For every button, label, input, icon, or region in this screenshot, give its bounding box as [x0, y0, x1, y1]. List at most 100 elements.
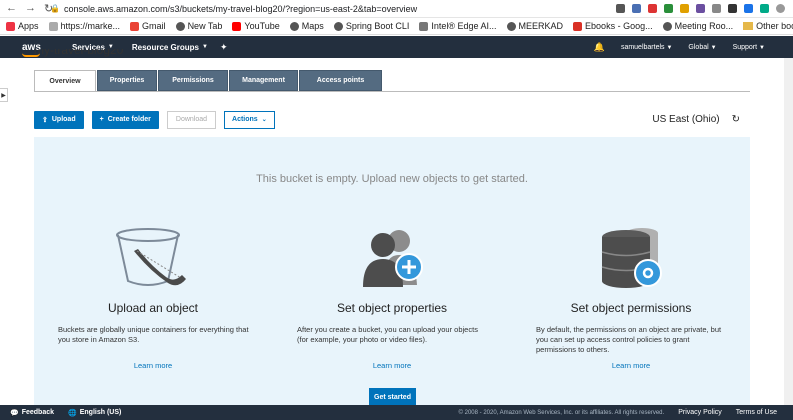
folder-icon [743, 22, 754, 30]
bookmarks-bar: Apps https://marke... Gmail New Tab YouT… [0, 18, 793, 35]
bookmark-meerkad[interactable]: MEERKAD [506, 21, 563, 31]
star-icon[interactable] [616, 4, 625, 13]
bookmark-ebooks[interactable]: Ebooks - Goog... [573, 21, 653, 31]
page-icon [48, 21, 58, 31]
object-permissions-desc: By default, the permissions on an object… [536, 325, 722, 354]
object-permissions-title: Set object permissions [570, 301, 692, 315]
bookmark-youtube[interactable]: YouTube [232, 21, 280, 31]
support-menu[interactable]: Support ▼ [733, 44, 765, 51]
back-icon[interactable]: ← [6, 2, 17, 15]
globe-icon [289, 21, 299, 31]
copyright-text: © 2008 - 2020, Amazon Web Services, Inc.… [458, 409, 665, 416]
sidebar-toggle-icon[interactable]: ▶ [0, 88, 8, 102]
bookmark-intel[interactable]: Intel® Edge AI... [419, 21, 497, 31]
caret-down-icon: ▼ [759, 44, 765, 51]
url-text: console.aws.amazon.com/s3/buckets/my-tra… [63, 3, 418, 14]
extension-icon[interactable] [632, 4, 641, 13]
extensions [616, 4, 793, 13]
caret-down-icon: ▼ [710, 44, 717, 51]
users-icon [363, 230, 423, 287]
region-menu[interactable]: Global ▼ [688, 44, 716, 51]
page-title: my-travel-blog20 [34, 49, 124, 57]
forward-icon[interactable]: → [25, 2, 36, 15]
bookmark-new-tab[interactable]: New Tab [175, 21, 222, 31]
extension-icon[interactable] [728, 4, 737, 13]
extension-icon[interactable] [696, 4, 705, 13]
bookmark-gmail[interactable]: Gmail [130, 21, 166, 31]
extension-icon[interactable] [712, 4, 721, 13]
globe-icon [333, 21, 343, 31]
object-permissions-card: Set object permissions By default, the p… [512, 223, 750, 370]
plus-icon: + [99, 116, 104, 123]
upload-button[interactable]: ⇪ Upload [34, 110, 84, 129]
object-properties-card: Set object properties After you create a… [273, 223, 511, 370]
create-folder-button[interactable]: + Create folder [91, 110, 159, 129]
refresh-icon[interactable]: ↻ [732, 114, 740, 125]
globe-icon [506, 21, 516, 31]
tab-access-points[interactable]: Access points [299, 70, 382, 91]
upload-icon: ⇪ [42, 116, 48, 124]
extension-icon[interactable] [680, 4, 689, 13]
region-indicator: US East (Ohio) ↻ [652, 114, 740, 125]
tab-properties[interactable]: Properties [97, 70, 157, 91]
tab-management[interactable]: Management [229, 70, 298, 91]
extension-icon[interactable] [648, 4, 657, 13]
extension-icon[interactable] [664, 4, 673, 13]
feedback-link[interactable]: 💬 Feedback [10, 409, 54, 417]
empty-bucket-panel: This bucket is empty. Upload new objects… [34, 137, 750, 408]
database-gear-icon [601, 228, 662, 288]
apps-icon [6, 21, 15, 31]
bookmark-marketing[interactable]: https://marke... [48, 21, 120, 31]
bucket-toolbar: ⇪ Upload + Create folder Download Actions ⌄… [34, 110, 750, 129]
globe-icon [175, 21, 185, 31]
youtube-icon [232, 21, 242, 31]
address-bar[interactable]: 🔒 console.aws.amazon.com/s3/buckets/my-t… [50, 2, 616, 16]
browser-toolbar: ← → ↻ 🔒 console.aws.amazon.com/s3/bucket… [0, 0, 793, 18]
upload-object-learn-more[interactable]: Learn more [34, 361, 272, 370]
terms-link[interactable]: Terms of Use [736, 409, 777, 416]
tab-permissions[interactable]: Permissions [158, 70, 228, 91]
object-permissions-learn-more[interactable]: Learn more [512, 361, 750, 370]
lock-icon: 🔒 [50, 4, 60, 13]
extension-icon[interactable] [744, 4, 753, 13]
bookmark-apps[interactable]: Apps [6, 21, 39, 31]
books-icon [573, 21, 583, 31]
footer-right: © 2008 - 2020, Amazon Web Services, Inc.… [459, 409, 793, 416]
actions-button[interactable]: Actions ⌄ [224, 110, 275, 129]
scrollbar[interactable] [784, 58, 793, 405]
tab-bar: Overview Properties Permissions Manageme… [34, 70, 383, 91]
bookmark-meeting[interactable]: Meeting Roo... [662, 21, 733, 31]
console-footer: 💬 Feedback 🌐 English (US) © 2008 - 2020, A… [0, 405, 793, 420]
chat-icon: 💬 [10, 409, 19, 417]
extension-icon[interactable] [760, 4, 769, 13]
chevron-down-icon: ⌄ [261, 117, 267, 123]
object-properties-desc: After you create a bucket, you can uploa… [297, 325, 478, 344]
tab-overview[interactable]: Overview [34, 70, 96, 91]
resource-groups-menu[interactable]: Resource Groups ▼ [132, 43, 208, 52]
browser-nav: ← → ↻ [0, 2, 53, 15]
bell-icon[interactable]: 🔔 [594, 42, 605, 53]
upload-object-card: Upload an object Buckets are globally un… [34, 223, 272, 370]
caret-down-icon: ▼ [202, 44, 208, 50]
bookmark-other[interactable]: Other bookmarks [743, 21, 793, 31]
avatar[interactable] [776, 4, 785, 13]
globe-icon: 🌐 [68, 409, 77, 417]
pin-icon[interactable]: ✦ [220, 42, 228, 53]
bookmark-maps[interactable]: Maps [289, 21, 324, 31]
bucket-icon [116, 228, 186, 286]
bookmark-spring-boot[interactable]: Spring Boot CLI [333, 21, 409, 31]
download-button[interactable]: Download [166, 110, 217, 129]
object-properties-title: Set object properties [336, 301, 448, 315]
empty-message: This bucket is empty. Upload new objects… [256, 173, 528, 185]
upload-object-desc: Buckets are globally unique containers f… [58, 325, 249, 344]
language-selector[interactable]: 🌐 English (US) [68, 409, 121, 417]
user-menu[interactable]: samuelbartels ▼ [621, 44, 672, 51]
caret-down-icon: ▼ [666, 44, 673, 51]
upload-object-title: Upload an object [107, 301, 199, 315]
globe-icon [662, 21, 672, 31]
page-icon [419, 21, 429, 31]
gmail-icon [130, 21, 140, 31]
tab-divider [34, 91, 750, 92]
privacy-link[interactable]: Privacy Policy [678, 409, 722, 416]
object-properties-learn-more[interactable]: Learn more [273, 361, 511, 370]
